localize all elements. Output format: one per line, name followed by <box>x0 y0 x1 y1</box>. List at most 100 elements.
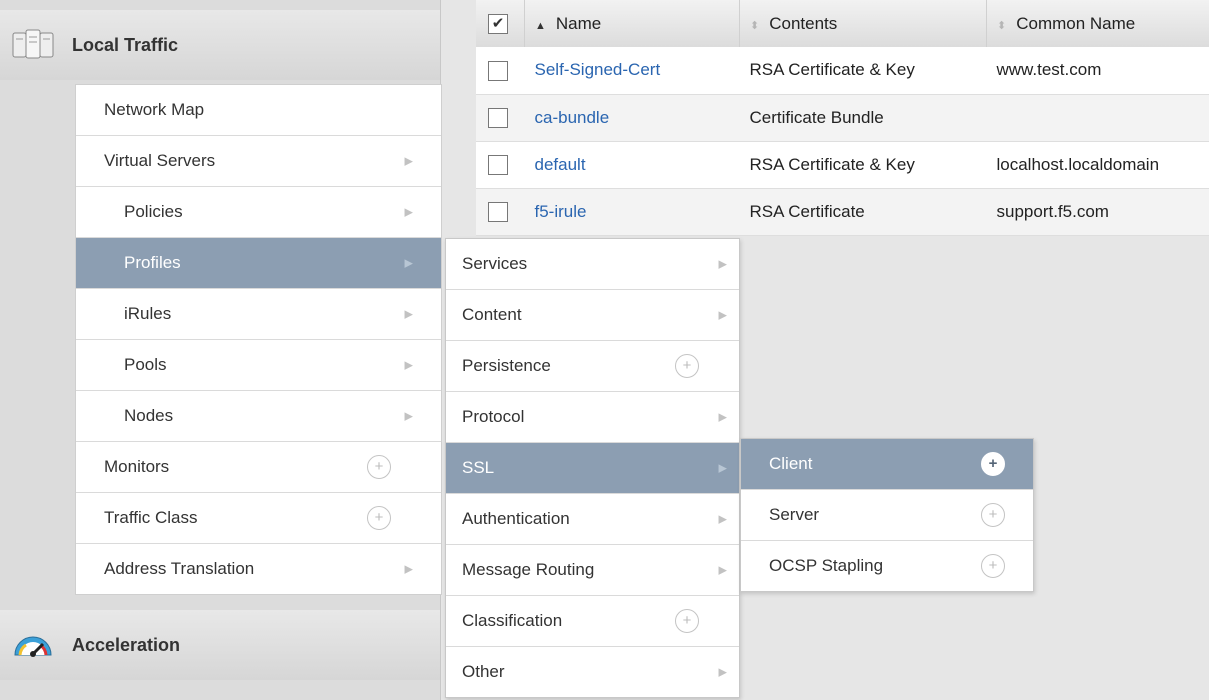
row-checkbox[interactable] <box>488 154 508 175</box>
add-circle-icon[interactable]: + <box>981 554 1005 578</box>
menu-item-message-routing[interactable]: Message Routing ▶ <box>446 545 739 596</box>
add-circle-icon[interactable]: + <box>367 455 391 479</box>
add-circle-icon[interactable]: + <box>981 503 1005 527</box>
cell-contents: Certificate Bundle <box>749 107 884 127</box>
chevron-right-icon: ▶ <box>718 666 727 679</box>
menu-item-persistence[interactable]: Persistence + <box>446 341 739 392</box>
cell-name: ca-bundle <box>525 94 740 141</box>
menu-item-label: Protocol <box>462 407 525 426</box>
table-row[interactable]: ca-bundle Certificate Bundle <box>476 94 1209 141</box>
menu-item-client[interactable]: Client + <box>741 439 1033 490</box>
local-traffic-icon <box>12 27 54 63</box>
row-select-cell <box>476 47 525 94</box>
sidebar-item-label: Network Map <box>104 100 205 119</box>
column-header-contents[interactable]: ⬍ Contents <box>739 0 987 47</box>
chevron-right-icon: ▶ <box>718 258 727 271</box>
table-header: ✔ ▲ Name ⬍ Contents ⬍ Common Name <box>476 0 1209 47</box>
sidebar-item-label: Pools <box>124 355 167 374</box>
sidebar: Local Traffic Network Map Virtual Servers… <box>0 0 442 700</box>
sidebar-item-label: Nodes <box>124 406 174 425</box>
add-circle-icon[interactable]: + <box>981 452 1005 476</box>
row-checkbox[interactable] <box>488 201 508 222</box>
certificate-link[interactable]: Self-Signed-Cert <box>535 60 661 79</box>
sidebar-item-label: Policies <box>124 202 183 221</box>
certificate-table: ✔ ▲ Name ⬍ Contents ⬍ Common Name Self-Sign… <box>476 0 1209 236</box>
menu-item-content[interactable]: Content ▶ <box>446 290 739 341</box>
cell-common-name: support.f5.com <box>996 201 1109 221</box>
chevron-right-icon: ▶ <box>404 257 413 270</box>
sidebar-item-traffic-class[interactable]: Traffic Class + <box>76 493 441 544</box>
sidebar-item-label: Profiles <box>124 253 181 272</box>
menu-item-label: Classification <box>462 611 563 630</box>
sidebar-item-nodes[interactable]: Nodes ▶ <box>76 391 441 442</box>
sidebar-item-label: Traffic Class <box>104 508 198 527</box>
chevron-right-icon: ▶ <box>404 563 413 576</box>
sidebar-item-label: Virtual Servers <box>104 151 216 170</box>
table-row[interactable]: f5-irule RSA Certificate support.f5.com <box>476 188 1209 235</box>
menu-item-label: Other <box>462 662 505 681</box>
menu-item-ocsp-stapling[interactable]: OCSP Stapling + <box>741 541 1033 591</box>
speedometer-icon <box>12 627 54 663</box>
sidebar-item-label: Monitors <box>104 457 170 476</box>
table-row[interactable]: default RSA Certificate & Key localhost.lo… <box>476 141 1209 188</box>
select-all-header: ✔ <box>476 0 525 47</box>
sidebar-item-monitors[interactable]: Monitors + <box>76 442 441 493</box>
column-header-name[interactable]: ▲ Name <box>524 0 740 47</box>
certificate-link[interactable]: f5-irule <box>535 202 587 221</box>
menu-item-classification[interactable]: Classification + <box>446 596 739 647</box>
menu-item-label: Services <box>462 254 528 273</box>
sidebar-item-pools[interactable]: Pools ▶ <box>76 340 441 391</box>
cell-name: default <box>525 141 740 188</box>
add-circle-icon[interactable]: + <box>367 506 391 530</box>
menu-item-label: Persistence <box>462 356 551 375</box>
chevron-right-icon: ▶ <box>404 155 413 168</box>
cell-common-name <box>987 94 1209 141</box>
cell-common-name: www.test.com <box>996 60 1102 80</box>
sort-icon: ⬍ <box>997 19 1007 32</box>
local-traffic-nav: Network Map Virtual Servers ▶ Policies ▶ Prof… <box>75 84 442 595</box>
sidebar-item-virtual-servers[interactable]: Virtual Servers ▶ <box>76 136 441 187</box>
column-header-common-name[interactable]: ⬍ Common Name <box>986 0 1209 47</box>
menu-item-label: Content <box>462 305 522 324</box>
menu-item-label: SSL <box>462 458 495 477</box>
sidebar-item-policies[interactable]: Policies ▶ <box>76 187 441 238</box>
section-title: Local Traffic <box>72 34 179 55</box>
sort-asc-icon: ▲ <box>535 19 546 32</box>
cell-name: Self-Signed-Cert <box>525 47 740 94</box>
select-all-checkbox[interactable]: ✔ <box>488 13 508 34</box>
menu-item-ssl[interactable]: SSL ▶ <box>446 443 739 494</box>
menu-item-server[interactable]: Server + <box>741 490 1033 541</box>
sidebar-item-irules[interactable]: iRules ▶ <box>76 289 441 340</box>
cell-contents: RSA Certificate & Key <box>749 154 915 174</box>
sidebar-item-network-map[interactable]: Network Map <box>76 85 441 136</box>
certificate-link[interactable]: default <box>535 155 586 174</box>
sidebar-item-profiles[interactable]: Profiles ▶ <box>76 238 441 289</box>
menu-item-authentication[interactable]: Authentication ▶ <box>446 494 739 545</box>
section-acceleration[interactable]: Acceleration <box>0 610 440 680</box>
menu-item-label: Authentication <box>462 509 570 528</box>
cell-contents: RSA Certificate & Key <box>749 60 915 80</box>
chevron-right-icon: ▶ <box>718 309 727 322</box>
section-local-traffic[interactable]: Local Traffic <box>0 10 440 80</box>
chevron-right-icon: ▶ <box>404 410 413 423</box>
section-title-acceleration: Acceleration <box>72 634 181 655</box>
chevron-right-icon: ▶ <box>404 308 413 321</box>
sort-icon: ⬍ <box>750 19 760 32</box>
ssl-flyout-menu: Client + Server + OCSP Stapling + <box>740 438 1034 592</box>
sidebar-item-label: Address Translation <box>104 559 255 578</box>
sidebar-item-address-translation[interactable]: Address Translation ▶ <box>76 544 441 594</box>
certificate-link[interactable]: ca-bundle <box>535 108 610 127</box>
menu-item-protocol[interactable]: Protocol ▶ <box>446 392 739 443</box>
chevron-right-icon: ▶ <box>404 206 413 219</box>
menu-item-services[interactable]: Services ▶ <box>446 239 739 290</box>
menu-item-label: Client <box>769 454 813 473</box>
table-row[interactable]: Self-Signed-Cert RSA Certificate & Key www… <box>476 47 1209 94</box>
menu-item-other[interactable]: Other ▶ <box>446 647 739 697</box>
add-circle-icon[interactable]: + <box>675 354 699 378</box>
cell-contents: RSA Certificate <box>749 201 865 221</box>
row-checkbox[interactable] <box>488 107 508 128</box>
cell-common-name: localhost.localdomain <box>996 154 1160 174</box>
add-circle-icon[interactable]: + <box>675 609 699 633</box>
cell-name: f5-irule <box>525 188 740 235</box>
row-checkbox[interactable] <box>488 60 508 81</box>
